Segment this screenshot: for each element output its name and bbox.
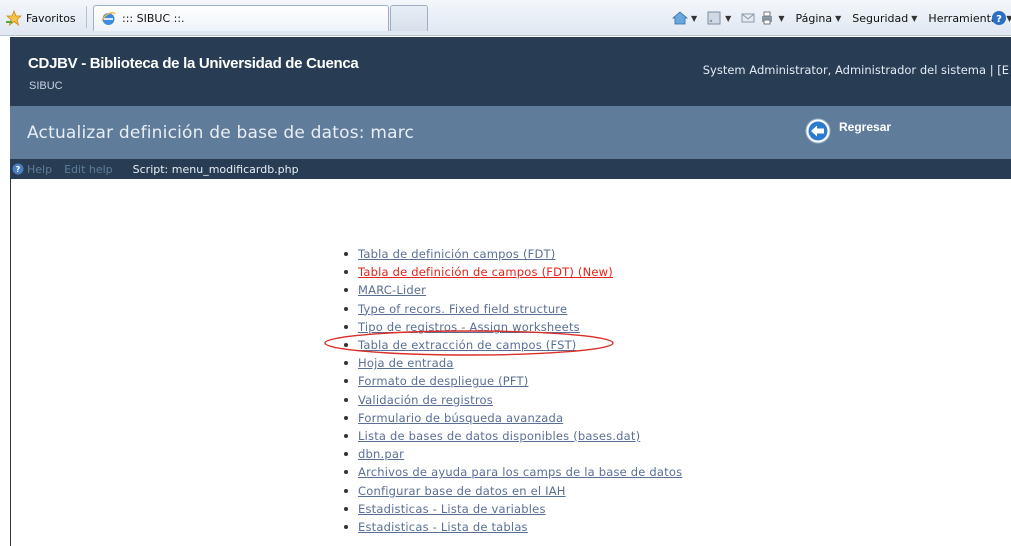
security-menu[interactable]: Seguridad xyxy=(852,12,908,25)
edit-help-link[interactable]: Edit help xyxy=(64,163,113,176)
bullet xyxy=(344,361,348,366)
ie-icon xyxy=(100,10,117,27)
chevron-down-icon[interactable]: ▼ xyxy=(1006,14,1011,23)
toolbar-divider xyxy=(86,6,87,28)
tab-title: ::: SIBUC ::. xyxy=(122,12,185,25)
list-item: Validación de registros xyxy=(340,391,682,409)
bullet xyxy=(344,524,348,529)
star-icon xyxy=(6,10,22,26)
help-icon[interactable]: ? xyxy=(991,10,1007,26)
page-menu[interactable]: Página xyxy=(795,12,832,25)
bullet xyxy=(344,415,348,420)
site-subtitle: SIBUC xyxy=(29,80,63,92)
help-link[interactable]: Help xyxy=(27,163,52,176)
list-item: Configurar base de datos en el IAH xyxy=(340,481,682,499)
menu-link-fixed-field[interactable]: Type of recors. Fixed field structure xyxy=(358,302,567,316)
menu-link-fdt[interactable]: Tabla de definición campos (FDT) xyxy=(358,247,555,261)
menu-link-fst[interactable]: Tabla de extracción de campos (FST) xyxy=(358,338,576,352)
list-item: Lista de bases de datos disponibles (bas… xyxy=(340,427,682,445)
list-item: Tabla de definición campos (FDT) xyxy=(340,245,682,263)
bullet xyxy=(344,306,348,311)
menu-link-validacion[interactable]: Validación de registros xyxy=(358,393,493,407)
bullet xyxy=(344,470,348,475)
menu-link-busqueda[interactable]: Formulario de búsqueda avanzada xyxy=(358,411,563,425)
menu-link-pft[interactable]: Formato de despliegue (PFT) xyxy=(358,374,528,388)
section-header: Actualizar definición de base de datos: … xyxy=(10,106,1011,159)
db-definition-menu: Tabla de definición campos (FDT) Tabla d… xyxy=(340,245,682,536)
home-icon[interactable] xyxy=(672,10,688,26)
bullet xyxy=(344,433,348,438)
menu-link-iah[interactable]: Configurar base de datos en el IAH xyxy=(358,484,566,498)
frame-border xyxy=(10,179,11,546)
list-item: Type of recors. Fixed field structure xyxy=(340,300,682,318)
site-title: CDJBV - Biblioteca de la Universidad de … xyxy=(28,55,359,72)
menu-link-fdt-new[interactable]: Tabla de definición de campos (FDT) (New… xyxy=(358,265,613,279)
bullet xyxy=(344,288,348,293)
menu-link-estad-variables[interactable]: Estadisticas - Lista de variables xyxy=(358,502,546,516)
bullet xyxy=(344,343,348,348)
list-item: dbn.par xyxy=(340,445,682,463)
list-item: Estadisticas - Lista de variables xyxy=(340,500,682,518)
menu-link-bases-dat[interactable]: Lista de bases de datos disponibles (bas… xyxy=(358,429,640,443)
chevron-down-icon[interactable]: ▼ xyxy=(835,14,841,23)
help-icon: ? xyxy=(12,163,24,175)
list-item: Hoja de entrada xyxy=(340,354,682,372)
menu-link-estad-tablas[interactable]: Estadisticas - Lista de tablas xyxy=(358,520,528,534)
feeds-icon[interactable] xyxy=(706,10,722,26)
back-label: Regresar xyxy=(839,120,892,134)
bullet xyxy=(344,270,348,275)
list-item: Tipo de registros - Assign worksheets xyxy=(340,318,682,336)
browser-toolbar: Favoritos ::: SIBUC ::. ▼ ▼ ▼ Página ▼ S… xyxy=(0,0,1011,36)
script-name: Script: menu_modificardb.php xyxy=(132,162,299,176)
menu-link-dbn-par[interactable]: dbn.par xyxy=(358,447,404,461)
page-title: Actualizar definición de base de datos: … xyxy=(27,123,415,143)
bullet xyxy=(344,506,348,511)
favorites-label: Favoritos xyxy=(26,11,76,25)
bullet xyxy=(344,452,348,457)
bullet xyxy=(344,324,348,329)
new-tab-button[interactable] xyxy=(390,5,428,31)
menu-link-hoja-entrada[interactable]: Hoja de entrada xyxy=(358,356,454,370)
help-bar: ? Help Edit help Script: menu_modificard… xyxy=(10,159,1011,179)
chevron-down-icon[interactable]: ▼ xyxy=(725,14,731,23)
menu-link-marc-lider[interactable]: MARC-Lider xyxy=(358,283,426,297)
list-item: Tabla de extracción de campos (FST) xyxy=(340,336,682,354)
list-item: Formato de despliegue (PFT) xyxy=(340,372,682,390)
back-arrow-icon xyxy=(805,118,831,144)
favorites-button[interactable]: Favoritos xyxy=(6,9,76,27)
list-item: MARC-Lider xyxy=(340,281,682,299)
bullet xyxy=(344,379,348,384)
svg-text:?: ? xyxy=(16,165,21,174)
site-header: CDJBV - Biblioteca de la Universidad de … xyxy=(10,37,1011,106)
command-bar: ▼ ▼ ▼ Página ▼ Seguridad ▼ Herramientas … xyxy=(672,9,1011,27)
back-button[interactable]: Regresar xyxy=(805,118,891,144)
bullet xyxy=(344,252,348,257)
browser-tab-active[interactable]: ::: SIBUC ::. xyxy=(93,5,389,31)
chevron-down-icon[interactable]: ▼ xyxy=(911,14,917,23)
menu-link-ayuda[interactable]: Archivos de ayuda para los camps de la b… xyxy=(358,465,682,479)
bullet xyxy=(344,397,348,402)
bullet xyxy=(344,488,348,493)
mail-icon[interactable] xyxy=(740,10,756,26)
chevron-down-icon[interactable]: ▼ xyxy=(778,14,784,23)
menu-link-worksheets[interactable]: Tipo de registros - Assign worksheets xyxy=(358,320,580,334)
user-info: System Administrator, Administrador del … xyxy=(702,63,1009,77)
list-item: Tabla de definición de campos (FDT) (New… xyxy=(340,263,682,281)
chevron-down-icon[interactable]: ▼ xyxy=(691,14,697,23)
list-item: Estadisticas - Lista de tablas xyxy=(340,518,682,536)
print-icon[interactable] xyxy=(759,10,775,26)
list-item: Archivos de ayuda para los camps de la b… xyxy=(340,463,682,481)
list-item: Formulario de búsqueda avanzada xyxy=(340,409,682,427)
svg-text:?: ? xyxy=(996,14,1002,25)
